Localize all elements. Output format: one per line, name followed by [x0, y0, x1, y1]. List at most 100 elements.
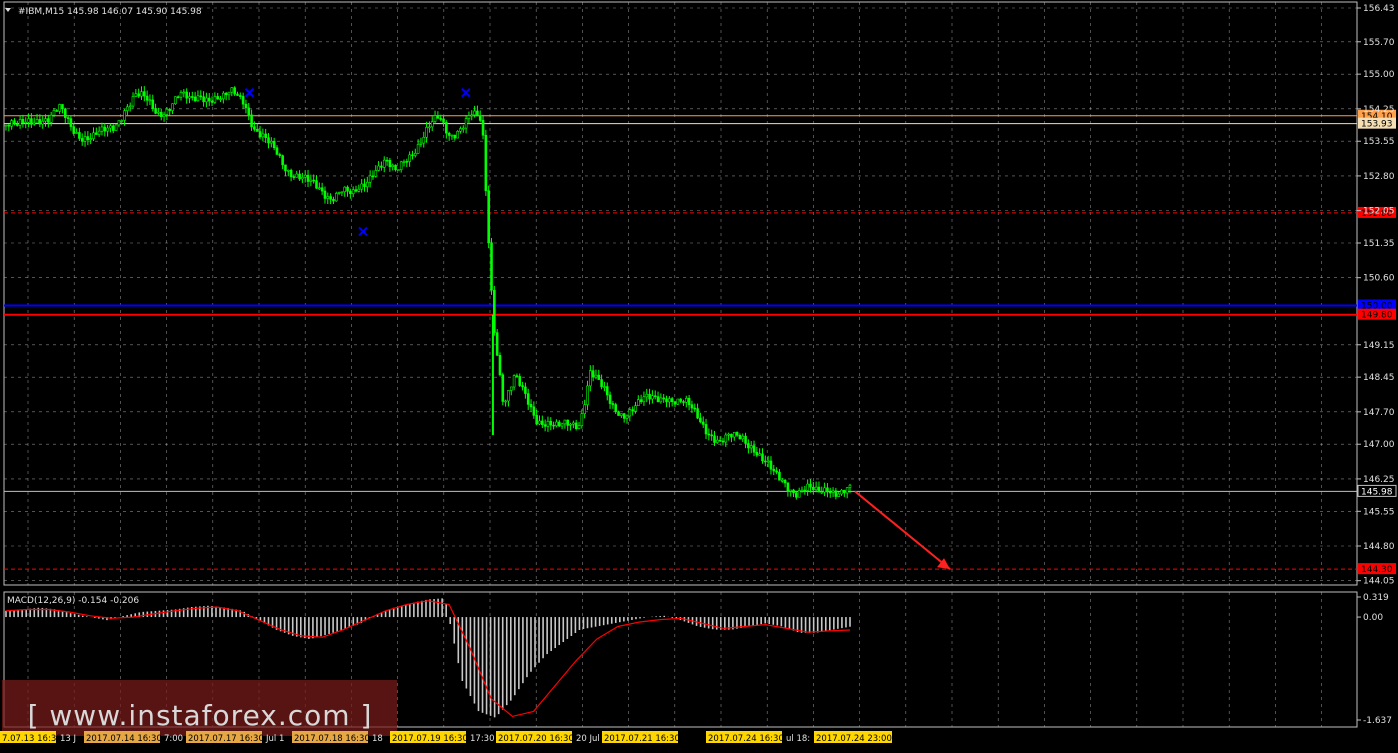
candle-body: [343, 186, 347, 193]
candle-body: [61, 104, 64, 110]
candle-body: [718, 439, 722, 442]
candle-body: [764, 460, 767, 463]
candle-body: [795, 492, 798, 498]
price-tick-label: 146.25: [1363, 475, 1395, 485]
candle-body: [363, 183, 366, 188]
candle-body: [179, 92, 183, 98]
time-axis-label: 2017.07.24 16:30: [708, 734, 784, 744]
candle-body: [114, 124, 118, 131]
price-tick-label: 147.70: [1363, 408, 1395, 418]
candle-body: [826, 487, 829, 493]
price-chart[interactable]: 154.10153.93152.00150.00149.80145.98144.…: [0, 0, 1398, 749]
candle-body: [7, 124, 11, 127]
candle-body: [323, 190, 327, 199]
candle-body: [281, 155, 284, 166]
candle-body: [546, 420, 550, 427]
candle-body: [196, 95, 200, 102]
candle-body: [445, 122, 448, 134]
candle-body: [758, 453, 761, 456]
candle-body: [755, 451, 759, 456]
candle-body: [52, 110, 56, 116]
candle-body: [693, 407, 697, 410]
level-tag-label: 144.30: [1361, 565, 1393, 575]
candle-body: [89, 138, 92, 141]
candle-body: [168, 108, 172, 111]
candle-body: [213, 96, 217, 103]
candle-body: [524, 386, 527, 394]
candle-body: [515, 375, 519, 377]
candle-body: [349, 190, 352, 195]
candle-body: [238, 95, 242, 97]
candle-body: [656, 396, 660, 403]
candle-body: [456, 131, 459, 139]
candle-body: [735, 432, 739, 436]
candle-body: [631, 409, 634, 412]
level-tag-label: 145.98: [1361, 487, 1393, 497]
candle-body: [676, 398, 680, 405]
price-tick-label: 145.55: [1363, 507, 1395, 517]
candle-body: [512, 375, 516, 388]
candle-body: [741, 435, 745, 440]
candle-body: [126, 106, 129, 111]
candle-body: [481, 120, 485, 136]
candle-body: [495, 332, 499, 356]
price-tick-label: 152.05: [1363, 207, 1395, 217]
candle-body: [388, 160, 392, 167]
candle-body: [374, 170, 378, 177]
candle-body: [222, 92, 225, 100]
price-tick-label: 155.00: [1363, 70, 1395, 80]
candle-body: [193, 96, 197, 102]
candle-body: [357, 188, 361, 192]
candle-body: [586, 385, 589, 405]
candle-body: [806, 483, 809, 491]
candle-body: [710, 434, 713, 437]
candle-body: [405, 161, 409, 163]
macd-tick-label: 0.00: [1363, 613, 1383, 623]
candle-body: [778, 471, 781, 481]
candle-body: [171, 103, 174, 111]
price-tick-label: 155.70: [1363, 38, 1395, 48]
candle-body: [563, 419, 567, 425]
candle-body: [453, 134, 457, 139]
candle-body: [312, 179, 315, 182]
candle-body: [80, 138, 84, 142]
candle-body: [120, 120, 124, 122]
candle-body: [470, 114, 474, 117]
candle-body: [843, 489, 846, 494]
candle-body: [724, 434, 728, 443]
candle-body: [368, 175, 372, 183]
candle-body: [332, 198, 335, 202]
trading-chart-window[interactable]: 154.10 153.93 152.00 150.00 149.80 145.98 144.…: [0, 0, 1398, 749]
candle-body: [476, 110, 479, 117]
candle-body: [828, 491, 832, 494]
candle-body: [837, 493, 841, 497]
candle-body: [786, 482, 790, 492]
candle-body: [509, 386, 513, 391]
candle-body: [668, 398, 671, 403]
candle-body: [800, 489, 804, 492]
candle-body: [622, 413, 626, 419]
candle-body: [572, 422, 575, 425]
candle-body: [490, 242, 493, 291]
candle-body: [385, 159, 389, 162]
candle-body: [645, 394, 649, 398]
candle-body: [617, 411, 620, 416]
time-axis-label: 2017.07.24 23:00: [816, 734, 892, 744]
candle-body: [35, 119, 39, 124]
price-tick-label: 153.55: [1363, 137, 1395, 147]
candle-body: [577, 425, 581, 429]
candle-body: [464, 118, 468, 129]
time-axis-label: 17:30: [470, 734, 495, 744]
candle-body: [292, 176, 296, 178]
candle-body: [21, 119, 25, 124]
candle-body: [845, 487, 849, 494]
candle-body: [100, 126, 104, 132]
candle-body: [620, 413, 623, 416]
candle-body: [636, 399, 640, 407]
candle-body: [247, 107, 251, 116]
candle-body: [250, 114, 253, 128]
candle-body: [817, 486, 821, 493]
candle-body: [749, 445, 753, 449]
candle-body: [433, 115, 437, 122]
candle-body: [13, 120, 16, 125]
